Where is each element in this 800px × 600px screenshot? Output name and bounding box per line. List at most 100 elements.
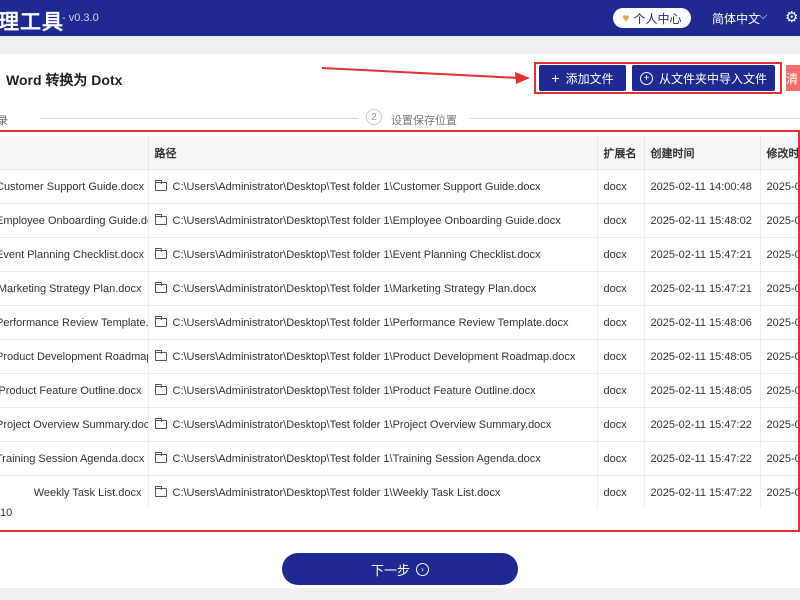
table-row[interactable]: Event Planning Checklist.docx C:\Users\Ad… [0, 237, 798, 272]
col-path[interactable]: 路径 [148, 136, 598, 170]
plus-icon: + [551, 70, 560, 86]
col-modified[interactable]: 修改时间 [760, 136, 798, 170]
folder-icon [154, 417, 167, 429]
folder-icon [154, 281, 167, 293]
file-created: 2025-02-11 15:47:21 [644, 237, 761, 272]
file-table: 路径 扩展名 创建时间 修改时间 Customer Support Guide.… [0, 130, 800, 532]
file-modified: 2025-02-11 [760, 407, 798, 442]
table-row[interactable]: Product Feature Outline.docx C:\Users\Adm… [0, 373, 798, 408]
file-name: Project Overview Summary.docx [0, 407, 149, 442]
step2-number: 2 [366, 109, 382, 125]
file-ext: docx [597, 475, 645, 509]
table-row[interactable]: Product Development Roadmap.docx C:\Users… [0, 339, 798, 374]
file-modified: 2025-02-11 [760, 475, 798, 509]
next-step-button[interactable]: 下一步 › [282, 553, 518, 585]
file-path: C:\Users\Administrator\Desktop\Test fold… [148, 339, 598, 374]
file-ext: docx [597, 407, 645, 442]
file-path-text: C:\Users\Administrator\Desktop\Test fold… [172, 316, 569, 329]
file-ext: docx [597, 271, 645, 306]
file-modified: 2025-02-11 [760, 441, 798, 476]
table-row[interactable]: Marketing Strategy Plan.docx C:\Users\Adm… [0, 271, 798, 306]
col-name[interactable] [0, 136, 149, 170]
folder-icon [154, 485, 167, 497]
import-folder-label: 从文件夹中导入文件 [658, 71, 767, 86]
file-ext: docx [597, 169, 645, 204]
col-ext[interactable]: 扩展名 [597, 136, 645, 170]
folder-icon [154, 213, 167, 225]
file-path-text: C:\Users\Administrator\Desktop\Test fold… [172, 214, 561, 227]
file-ext: docx [597, 373, 645, 408]
file-ext: docx [597, 305, 645, 340]
folder-icon [154, 247, 167, 259]
file-ext: docx [597, 441, 645, 476]
file-count: 共 10 [0, 507, 13, 519]
file-created: 2025-02-11 15:48:06 [644, 305, 761, 340]
file-created: 2025-02-11 15:48:05 [644, 373, 761, 408]
folder-icon [154, 179, 167, 191]
file-name: Customer Support Guide.docx [0, 169, 149, 204]
table-row[interactable]: Customer Support Guide.docx C:\Users\Admi… [0, 169, 798, 204]
file-name: Employee Onboarding Guide.docx [0, 203, 149, 238]
table-row[interactable]: Performance Review Template.docx C:\Users… [0, 305, 798, 340]
folder-icon [154, 315, 167, 327]
add-file-button[interactable]: + 添加文件 [539, 65, 626, 91]
import-folder-button[interactable]: + 从文件夹中导入文件 [632, 65, 775, 91]
file-name: Weekly Task List.docx [0, 475, 149, 509]
file-path-text: C:\Users\Administrator\Desktop\Test fold… [172, 452, 541, 465]
file-table-grid: 路径 扩展名 创建时间 修改时间 Customer Support Guide.… [0, 136, 798, 509]
folder-icon [154, 451, 167, 463]
file-name: Marketing Strategy Plan.docx [0, 271, 149, 306]
file-modified: 2025-02-11 [760, 203, 798, 238]
file-created: 2025-02-11 15:47:22 [644, 475, 761, 509]
step-line-right [470, 118, 800, 119]
file-modified: 2025-02-11 [760, 339, 798, 374]
file-created: 2025-02-11 15:47:21 [644, 271, 761, 306]
table-header: 路径 扩展名 创建时间 修改时间 [0, 136, 798, 170]
table-row[interactable]: Project Overview Summary.docx C:\Users\Ad… [0, 407, 798, 442]
file-path-text: C:\Users\Administrator\Desktop\Test fold… [172, 384, 536, 397]
col-created[interactable]: 创建时间 [644, 136, 761, 170]
file-path: C:\Users\Administrator\Desktop\Test fold… [148, 441, 598, 476]
file-modified: 2025-02-11 [760, 305, 798, 340]
step2-label: 设置保存位置 [391, 115, 457, 127]
file-modified: 2025-02-11 [760, 169, 798, 204]
add-file-label: 添加文件 [565, 71, 614, 86]
file-created: 2025-02-11 15:48:05 [644, 339, 761, 374]
file-ext: docx [597, 237, 645, 272]
file-modified: 2025-02-11 [760, 373, 798, 408]
file-path-text: C:\Users\Administrator\Desktop\Test fold… [172, 418, 552, 431]
table-row[interactable]: Employee Onboarding Guide.docx C:\Users\A… [0, 203, 798, 238]
file-name: Product Feature Outline.docx [0, 373, 149, 408]
folder-icon [154, 349, 167, 361]
file-name: Training Session Agenda.docx [0, 441, 149, 476]
arrow-right-circle-icon: › [416, 562, 429, 576]
file-name: Performance Review Template.docx [0, 305, 149, 340]
file-ext: docx [597, 203, 645, 238]
file-name: Event Planning Checklist.docx [0, 237, 149, 272]
file-ext: docx [597, 339, 645, 374]
file-created: 2025-02-11 15:48:02 [644, 203, 761, 238]
file-path: C:\Users\Administrator\Desktop\Test fold… [148, 169, 598, 204]
file-path: C:\Users\Administrator\Desktop\Test fold… [148, 237, 598, 272]
file-name: Product Development Roadmap.docx [0, 339, 149, 374]
file-path: C:\Users\Administrator\Desktop\Test fold… [148, 407, 598, 442]
file-path-text: C:\Users\Administrator\Desktop\Test fold… [172, 350, 576, 363]
file-path-text: C:\Users\Administrator\Desktop\Test fold… [172, 180, 541, 193]
file-path-text: C:\Users\Administrator\Desktop\Test fold… [172, 486, 501, 499]
clear-button[interactable]: 清 [786, 65, 800, 91]
step1-label: 选择记录 [0, 115, 8, 127]
file-modified: 2025-02-11 [760, 237, 798, 272]
file-created: 2025-02-11 14:00:48 [644, 169, 761, 204]
file-path: C:\Users\Administrator\Desktop\Test fold… [148, 203, 598, 238]
table-row[interactable]: Training Session Agenda.docx C:\Users\Adm… [0, 441, 798, 476]
plus-circle-icon: + [639, 71, 653, 85]
file-path: C:\Users\Administrator\Desktop\Test fold… [148, 305, 598, 340]
file-path-text: C:\Users\Administrator\Desktop\Test fold… [172, 248, 541, 261]
file-created: 2025-02-11 15:47:22 [644, 441, 761, 476]
folder-icon [154, 383, 167, 395]
step-line-left [40, 118, 358, 119]
file-path-text: C:\Users\Administrator\Desktop\Test fold… [172, 282, 537, 295]
file-path: C:\Users\Administrator\Desktop\Test fold… [148, 271, 598, 306]
table-row[interactable]: Weekly Task List.docx C:\Users\Administra… [0, 475, 798, 509]
file-modified: 2025-02-11 [760, 271, 798, 306]
